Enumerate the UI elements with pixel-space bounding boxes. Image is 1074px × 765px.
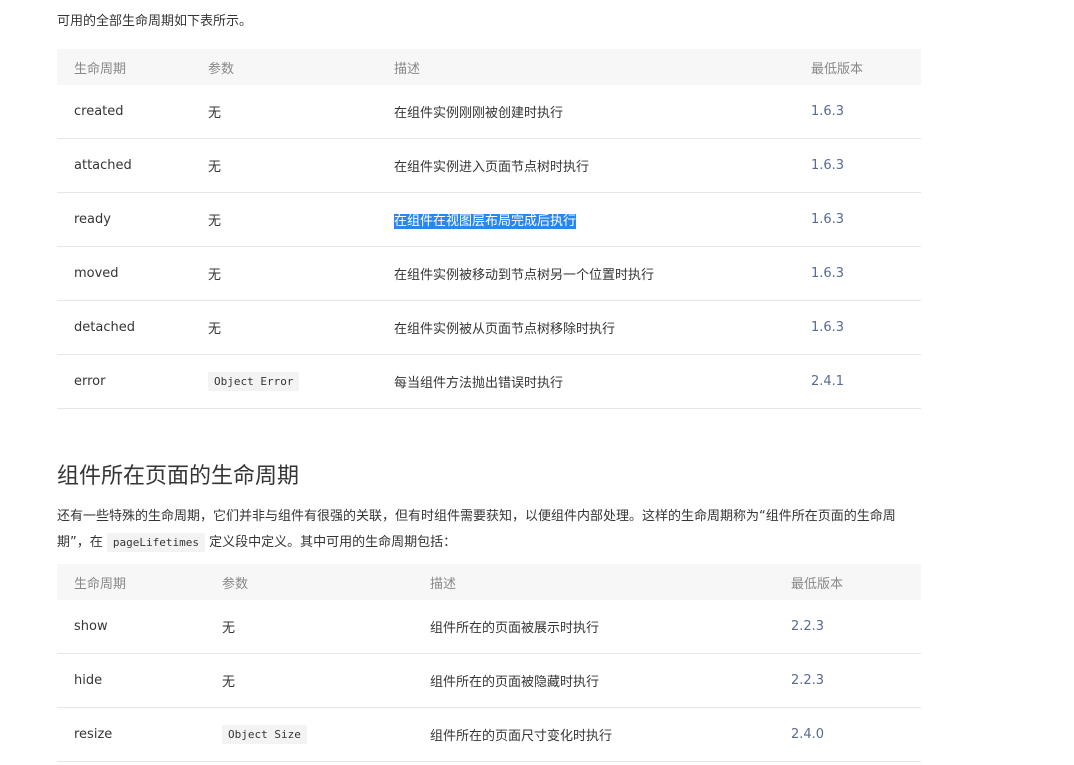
version-link[interactable]: 2.2.3 <box>791 673 824 688</box>
lifetime-name: show <box>57 600 205 654</box>
inline-code: pageLifetimes <box>106 533 205 552</box>
lifetime-param: 无 <box>191 246 377 301</box>
header-version: 最低版本 <box>791 576 844 592</box>
lifetime-param: 无 <box>191 85 377 139</box>
version-link[interactable]: 2.2.3 <box>791 619 824 634</box>
header-version: 最低版本 <box>811 61 864 77</box>
version-cell: 2.2.3 <box>774 653 921 708</box>
version-cell: 2.2.3 <box>774 600 921 654</box>
lifetime-param-cell: Object Error <box>191 354 377 409</box>
header-desc: 描述 <box>430 576 457 592</box>
page-lifetimes-table: 生命周期 参数 描述 最低版本 show 无 组件所在的页面被展示时执行 2.2… <box>57 564 921 762</box>
lifetime-name: detached <box>57 300 191 355</box>
table-header-row: 生命周期 参数 描述 最低版本 <box>57 49 921 85</box>
header-lifetime: 生命周期 <box>74 61 127 77</box>
version-link[interactable]: 1.6.3 <box>811 158 844 173</box>
version-cell: 1.6.3 <box>794 85 921 139</box>
table-row: show 无 组件所在的页面被展示时执行 2.2.3 <box>57 600 921 654</box>
lifetime-param: 无 <box>205 653 413 708</box>
version-link[interactable]: 2.4.0 <box>791 727 824 742</box>
lifetime-name: moved <box>57 246 191 301</box>
lifetime-param-cell: Object Size <box>205 707 413 762</box>
param-code: Object Size <box>222 725 307 744</box>
version-cell: 1.6.3 <box>794 138 921 193</box>
table-row: resize Object Size 组件所在的页面尺寸变化时执行 2.4.0 <box>57 707 921 762</box>
lifetime-name: ready <box>57 192 191 247</box>
section-paragraph: 还有一些特殊的生命周期，它们并非与组件有很强的关联，但有时组件需要获知，以便组件… <box>57 504 921 556</box>
param-code: Object Error <box>208 372 300 391</box>
table-row: created 无 在组件实例刚刚被创建时执行 1.6.3 <box>57 85 921 139</box>
version-link[interactable]: 1.6.3 <box>811 212 844 227</box>
table-row: hide 无 组件所在的页面被隐藏时执行 2.2.3 <box>57 653 921 708</box>
version-link[interactable]: 2.4.1 <box>811 374 844 389</box>
lifetime-desc: 在组件实例被从页面节点树移除时执行 <box>377 300 794 355</box>
header-param: 参数 <box>222 576 249 592</box>
lifetime-desc: 在组件实例被移动到节点树另一个位置时执行 <box>377 246 794 301</box>
table-header-row: 生命周期 参数 描述 最低版本 <box>57 564 921 600</box>
version-cell: 1.6.3 <box>794 246 921 301</box>
header-lifetime: 生命周期 <box>74 576 127 592</box>
lifetime-desc: 在组件实例刚刚被创建时执行 <box>377 85 794 139</box>
lifetime-name: created <box>57 85 191 139</box>
selected-text: 在组件在视图层布局完成后执行 <box>394 214 577 229</box>
table-row: detached 无 在组件实例被从页面节点树移除时执行 1.6.3 <box>57 300 921 355</box>
lifetime-name: hide <box>57 653 205 708</box>
header-param: 参数 <box>208 61 235 77</box>
lifetime-name: error <box>57 354 191 409</box>
version-link[interactable]: 1.6.3 <box>811 320 844 335</box>
version-cell: 2.4.1 <box>794 354 921 409</box>
lifetime-param: 无 <box>191 300 377 355</box>
para-text-2: 定义段中定义。其中可用的生命周期包括： <box>209 535 457 550</box>
lifetime-desc-cell: 在组件在视图层布局完成后执行 <box>377 192 794 247</box>
table-row: moved 无 在组件实例被移动到节点树另一个位置时执行 1.6.3 <box>57 246 921 301</box>
lifetime-desc: 组件所在的页面尺寸变化时执行 <box>413 707 774 762</box>
lifetime-name: resize <box>57 707 205 762</box>
lifetime-param: 无 <box>191 138 377 193</box>
intro-text: 可用的全部生命周期如下表所示。 <box>57 14 253 29</box>
table-row: ready 无 在组件在视图层布局完成后执行 1.6.3 <box>57 192 921 247</box>
lifetime-param: 无 <box>205 600 413 654</box>
lifetime-desc: 组件所在的页面被隐藏时执行 <box>413 653 774 708</box>
version-link[interactable]: 1.6.3 <box>811 104 844 119</box>
header-desc: 描述 <box>394 61 421 77</box>
version-cell: 1.6.3 <box>794 192 921 247</box>
lifetime-desc: 组件所在的页面被展示时执行 <box>413 600 774 654</box>
lifetime-param: 无 <box>191 192 377 247</box>
lifetimes-table: 生命周期 参数 描述 最低版本 created 无 在组件实例刚刚被创建时执行 … <box>57 49 921 409</box>
table-row: error Object Error 每当组件方法抛出错误时执行 2.4.1 <box>57 354 921 409</box>
table-row: attached 无 在组件实例进入页面节点树时执行 1.6.3 <box>57 138 921 193</box>
section-heading: 组件所在页面的生命周期 <box>57 464 300 489</box>
lifetime-desc: 在组件实例进入页面节点树时执行 <box>377 138 794 193</box>
version-cell: 2.4.0 <box>774 707 921 762</box>
version-link[interactable]: 1.6.3 <box>811 266 844 281</box>
version-cell: 1.6.3 <box>794 300 921 355</box>
lifetime-desc: 每当组件方法抛出错误时执行 <box>377 354 794 409</box>
lifetime-name: attached <box>57 138 191 193</box>
